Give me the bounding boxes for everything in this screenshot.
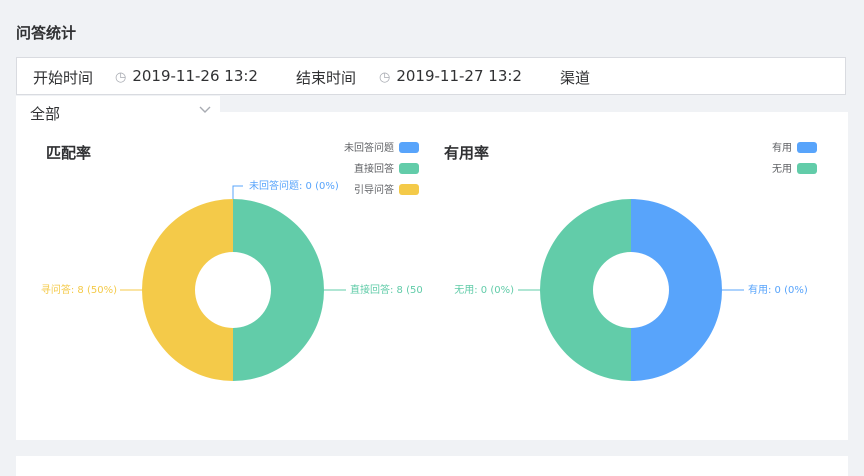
start-time-label: 开始时间	[33, 69, 94, 87]
filter-bar: 开始时间 ◷ 2019-11-26 13:2 结束时间 ◷ 2019-11-27 1…	[16, 57, 846, 95]
legend-swatch-guided[interactable]	[399, 184, 419, 195]
legend-swatch-unanswered[interactable]	[399, 142, 419, 153]
data-label-useful: 有用: 0 (0%)	[748, 283, 808, 296]
slice-useless[interactable]	[539, 199, 631, 381]
slice-direct-answer[interactable]	[233, 199, 325, 381]
charts-svg: 未回答问题 直接回答 引导问答 未回答问题: 0 (0%) 直接回答: 8 (5…	[41, 141, 817, 381]
clock-icon: ◷	[379, 70, 391, 85]
channel-label: 渠道	[560, 69, 591, 87]
start-time-picker[interactable]: ◷ 2019-11-26 13:2	[115, 67, 260, 85]
legend-swatch-useless[interactable]	[797, 163, 817, 174]
page-title: 问答统计	[16, 24, 77, 42]
slice-guided-qa[interactable]	[141, 199, 233, 381]
useful-rate-chart: 有用 无用 有用: 0 (0%) 无用: 0 (0%)	[454, 141, 817, 381]
chart-card: 匹配率 有用率 未回答问题 直接回答 引导问答 未回答问题: 0 (0%) 直接…	[16, 112, 848, 440]
legend-label-useless[interactable]: 无用	[772, 164, 792, 175]
slice-useful[interactable]	[631, 199, 723, 381]
start-time-value: 2019-11-26 13:2	[132, 67, 258, 85]
channel-select[interactable]: 全部	[16, 96, 220, 130]
end-time-label: 结束时间	[296, 69, 357, 87]
legend-label-unanswered[interactable]: 未回答问题	[344, 141, 394, 154]
legend-label-direct[interactable]: 直接回答	[354, 162, 394, 175]
legend-swatch-useful[interactable]	[797, 142, 817, 153]
data-label-direct: 直接回答: 8 (50	[350, 283, 423, 296]
chevron-down-icon	[199, 106, 211, 113]
data-label-guided: 寻问答: 8 (50%)	[41, 283, 117, 296]
end-time-picker[interactable]: ◷ 2019-11-27 13:2	[379, 67, 524, 85]
match-rate-chart: 未回答问题 直接回答 引导问答 未回答问题: 0 (0%) 直接回答: 8 (5…	[41, 141, 423, 381]
legend-swatch-direct[interactable]	[399, 163, 419, 174]
label-line-unanswered	[232, 185, 243, 199]
legend-label-useful[interactable]: 有用	[772, 141, 792, 154]
data-label-unanswered: 未回答问题: 0 (0%)	[249, 179, 339, 192]
data-label-useless: 无用: 0 (0%)	[454, 285, 514, 296]
end-time-value: 2019-11-27 13:2	[396, 67, 522, 85]
next-card	[16, 456, 848, 476]
legend-label-guided[interactable]: 引导问答	[354, 183, 394, 196]
channel-value: 全部	[30, 105, 61, 123]
clock-icon: ◷	[115, 70, 127, 85]
